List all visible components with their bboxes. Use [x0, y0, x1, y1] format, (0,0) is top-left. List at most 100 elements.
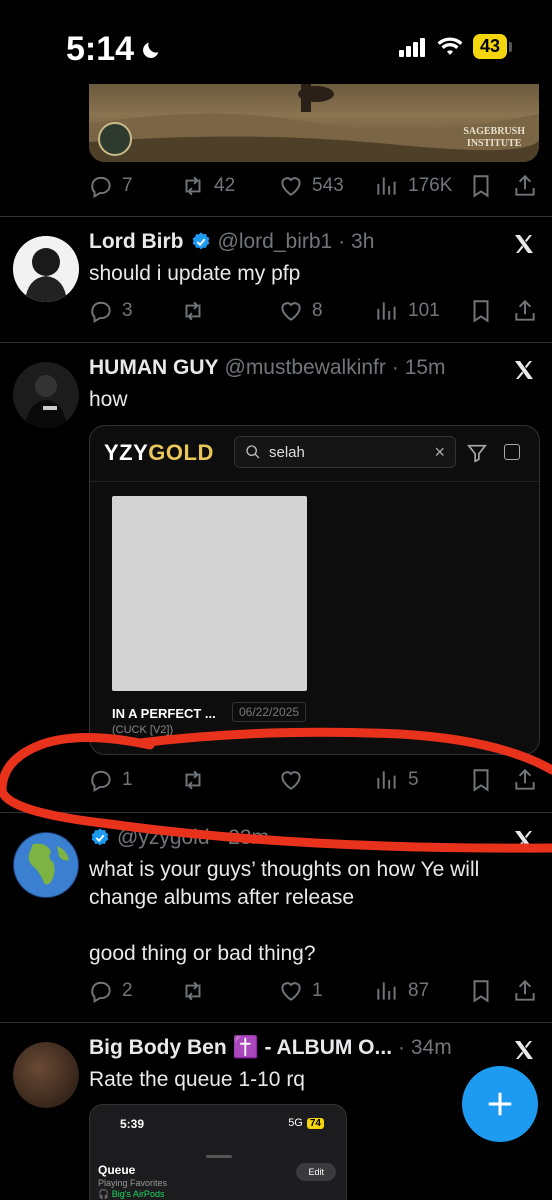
heart-icon: [281, 771, 301, 790]
yzygold-logo: YZYGOLD: [104, 440, 214, 465]
author-handle[interactable]: @lord_birb1: [218, 230, 333, 254]
embedded-queue-screenshot[interactable]: 5:39 5G 74 Queue Playing Favorites 🎧 Big…: [89, 1104, 347, 1200]
bookmark-button[interactable]: [468, 298, 494, 324]
author-handle[interactable]: @mustbewalkinfr: [225, 356, 386, 380]
post-image[interactable]: SAGEBRUSH INSTITUTE: [89, 84, 539, 162]
avatar[interactable]: [13, 832, 79, 898]
author-name[interactable]: Lord Birb: [89, 230, 184, 254]
queue-subtitle: Playing Favorites: [98, 1178, 168, 1188]
views-icon: [377, 771, 396, 789]
repost-icon: [185, 981, 201, 1001]
views-button[interactable]: 5: [374, 767, 419, 793]
share-button[interactable]: [512, 298, 538, 324]
globe-emoji-icon: [14, 833, 78, 897]
search-value: selah: [269, 443, 305, 461]
search-input[interactable]: selah ×: [234, 436, 456, 468]
moon-icon: [143, 42, 159, 58]
repost-icon: [185, 176, 201, 196]
like-button[interactable]: 1: [278, 978, 323, 1004]
views-icon: [377, 302, 396, 320]
repost-icon: [185, 770, 201, 790]
reply-icon: [91, 981, 111, 1004]
heart-icon: [281, 302, 301, 321]
battery-level: 43: [472, 34, 507, 59]
clear-search-icon[interactable]: ×: [434, 442, 445, 463]
x-logo-icon[interactable]: [512, 358, 536, 382]
verified-badge-icon: [91, 828, 109, 846]
verified-badge-icon: [192, 232, 209, 250]
share-icon: [515, 174, 535, 196]
embedded-screenshot-card[interactable]: YZYGOLD selah × IN A PERFECT ... 06/22/2…: [89, 425, 540, 755]
post-actions: 3 8 101: [88, 293, 538, 329]
avatar[interactable]: [13, 236, 79, 302]
status-bar: 5:14 43: [0, 0, 552, 88]
bookmark-icon: [473, 980, 489, 1003]
views-button[interactable]: 176K: [374, 173, 452, 199]
like-button[interactable]: 543: [278, 173, 344, 199]
cellular-signal-icon: [398, 37, 425, 57]
share-icon: [515, 979, 535, 1001]
bookmark-button[interactable]: [468, 767, 494, 793]
post-text: should i update my pfp: [89, 262, 301, 285]
share-button[interactable]: [512, 978, 538, 1004]
views-button[interactable]: 87: [374, 978, 429, 1004]
repost-button[interactable]: [180, 978, 206, 1004]
landscape-image: [89, 84, 539, 162]
grid-view-icon[interactable]: [504, 444, 520, 460]
reply-button[interactable]: 3: [88, 298, 133, 324]
author-name[interactable]: Big Body Ben ✝️ - ALBUM O...: [89, 1036, 392, 1060]
sheet-handle: [206, 1155, 232, 1158]
x-logo-icon[interactable]: [512, 232, 536, 256]
bookmark-button[interactable]: [468, 978, 494, 1004]
search-icon: [246, 445, 260, 459]
x-logo-icon[interactable]: [512, 1038, 536, 1062]
heart-icon: [281, 982, 301, 1001]
repost-button[interactable]: [180, 767, 206, 793]
post-header: HUMAN GUY @mustbewalkinfr · 15m: [89, 356, 446, 380]
like-button[interactable]: 8: [278, 298, 323, 324]
avatar[interactable]: [13, 1042, 79, 1108]
post-time: · 3h: [338, 230, 375, 253]
post-header: @yzygold · 23m: [89, 826, 269, 850]
item-subtitle: (CUCK [V2]): [112, 724, 174, 736]
share-icon: [515, 768, 535, 790]
post-actions: 7 42 543 176K: [88, 168, 538, 204]
views-icon: [377, 177, 396, 195]
bookmark-icon: [473, 769, 489, 792]
views-button[interactable]: 101: [374, 298, 440, 324]
bookmark-icon: [473, 300, 489, 323]
queue-status-right: 5G 74: [288, 1117, 324, 1129]
bookmark-icon: [473, 175, 489, 198]
share-button[interactable]: [512, 767, 538, 793]
yzy-header: YZYGOLD selah ×: [90, 426, 539, 482]
media-watermark: SAGEBRUSH INSTITUTE: [463, 126, 525, 149]
repost-button[interactable]: [180, 298, 206, 324]
avatar[interactable]: [13, 362, 79, 428]
reply-icon: [91, 176, 111, 199]
views-icon: [377, 982, 396, 1000]
battery-indicator: 43: [472, 34, 512, 59]
album-cover-placeholder[interactable]: [112, 496, 307, 691]
share-button[interactable]: [512, 173, 538, 199]
reply-button[interactable]: 2: [88, 978, 133, 1004]
post-header: Lord Birb @lord_birb1 · 3h: [89, 230, 374, 254]
share-icon: [515, 299, 535, 321]
repost-button[interactable]: 42: [180, 173, 235, 199]
author-handle[interactable]: @yzygold · 23m: [117, 826, 269, 850]
reply-icon: [91, 770, 111, 793]
queue-edit-button[interactable]: Edit: [296, 1163, 336, 1181]
like-button[interactable]: [278, 767, 304, 793]
author-name[interactable]: HUMAN GUY: [89, 356, 219, 380]
post-text: what is your guys’ thoughts on how Ye wi…: [89, 858, 480, 965]
plus-icon: [488, 1092, 512, 1116]
post-header: Big Body Ben ✝️ - ALBUM O... · 34m: [89, 1036, 452, 1060]
x-logo-icon[interactable]: [512, 828, 536, 852]
item-date-badge: 06/22/2025: [232, 702, 307, 722]
reply-button[interactable]: 1: [88, 767, 133, 793]
queue-device: 🎧 Big's AirPods: [98, 1189, 165, 1199]
compose-post-button[interactable]: [462, 1066, 538, 1142]
post-text: how: [89, 388, 128, 411]
filter-icon[interactable]: [466, 442, 488, 464]
bookmark-button[interactable]: [468, 173, 494, 199]
reply-button[interactable]: 7: [88, 173, 133, 199]
